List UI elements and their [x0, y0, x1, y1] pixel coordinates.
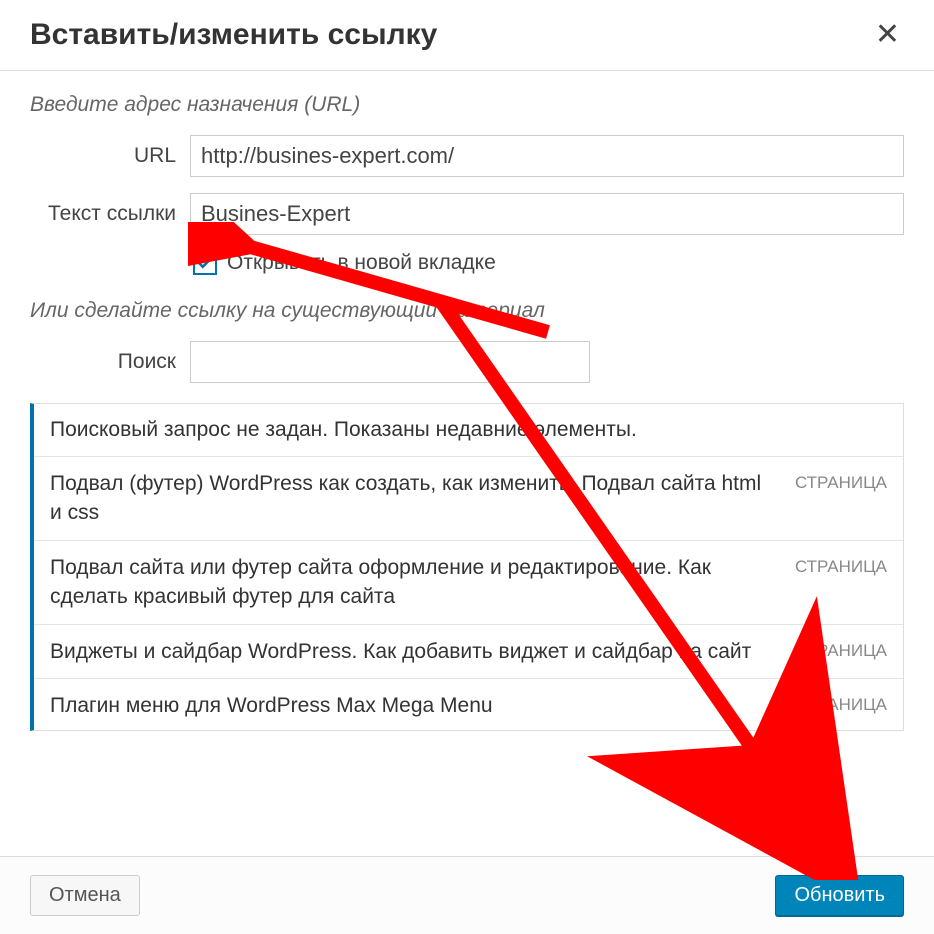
link-text-label: Текст ссылки [30, 202, 190, 226]
close-button[interactable]: ✕ [871, 20, 904, 50]
result-title: Подвал (футер) WordPress как создать, ка… [50, 469, 795, 528]
results-list[interactable]: Поисковый запрос не задан. Показаны неда… [30, 403, 904, 731]
close-icon: ✕ [875, 18, 900, 51]
link-dialog: Вставить/изменить ссылку ✕ Введите адрес… [0, 0, 934, 934]
new-tab-checkbox[interactable] [193, 251, 217, 275]
result-title: Виджеты и сайдбар WordPress. Как добавит… [50, 637, 795, 666]
dialog-header: Вставить/изменить ссылку ✕ [0, 0, 934, 71]
result-title: Подвал сайта или футер сайта оформление … [50, 553, 795, 612]
result-item[interactable]: Плагин меню для WordPress Max Mega Menu … [34, 679, 903, 731]
result-title: Плагин меню для WordPress Max Mega Menu [50, 691, 795, 720]
link-text-input[interactable] [190, 193, 904, 235]
submit-button[interactable]: Обновить [775, 875, 904, 916]
new-tab-row: Открывать в новой вкладке [193, 251, 904, 275]
results-header: Поисковый запрос не задан. Показаны неда… [34, 404, 903, 457]
link-text-row: Текст ссылки [30, 193, 904, 235]
search-row: Поиск [30, 341, 904, 383]
url-row: URL [30, 135, 904, 177]
check-icon [196, 254, 214, 272]
search-input[interactable] [190, 341, 590, 383]
result-type: СТРАНИЦА [795, 637, 887, 661]
result-item[interactable]: Виджеты и сайдбар WordPress. Как добавит… [34, 625, 903, 679]
result-type: СТРАНИЦА [795, 553, 887, 577]
dialog-footer: Отмена Обновить [0, 856, 934, 934]
result-item[interactable]: Подвал (футер) WordPress как создать, ка… [34, 457, 903, 541]
result-item[interactable]: Подвал сайта или футер сайта оформление … [34, 541, 903, 625]
dialog-body: Введите адрес назначения (URL) URL Текст… [0, 71, 934, 856]
url-label: URL [30, 144, 190, 168]
result-type: СТРАНИЦА [795, 469, 887, 493]
cancel-button[interactable]: Отмена [30, 875, 140, 916]
url-section-label: Введите адрес назначения (URL) [30, 93, 904, 117]
new-tab-label: Открывать в новой вкладке [227, 251, 496, 275]
result-type: СТРАНИЦА [795, 691, 887, 715]
url-input[interactable] [190, 135, 904, 177]
search-label: Поиск [30, 350, 190, 374]
existing-section-label: Или сделайте ссылку на существующий мате… [30, 299, 904, 323]
dialog-title: Вставить/изменить ссылку [30, 18, 437, 52]
